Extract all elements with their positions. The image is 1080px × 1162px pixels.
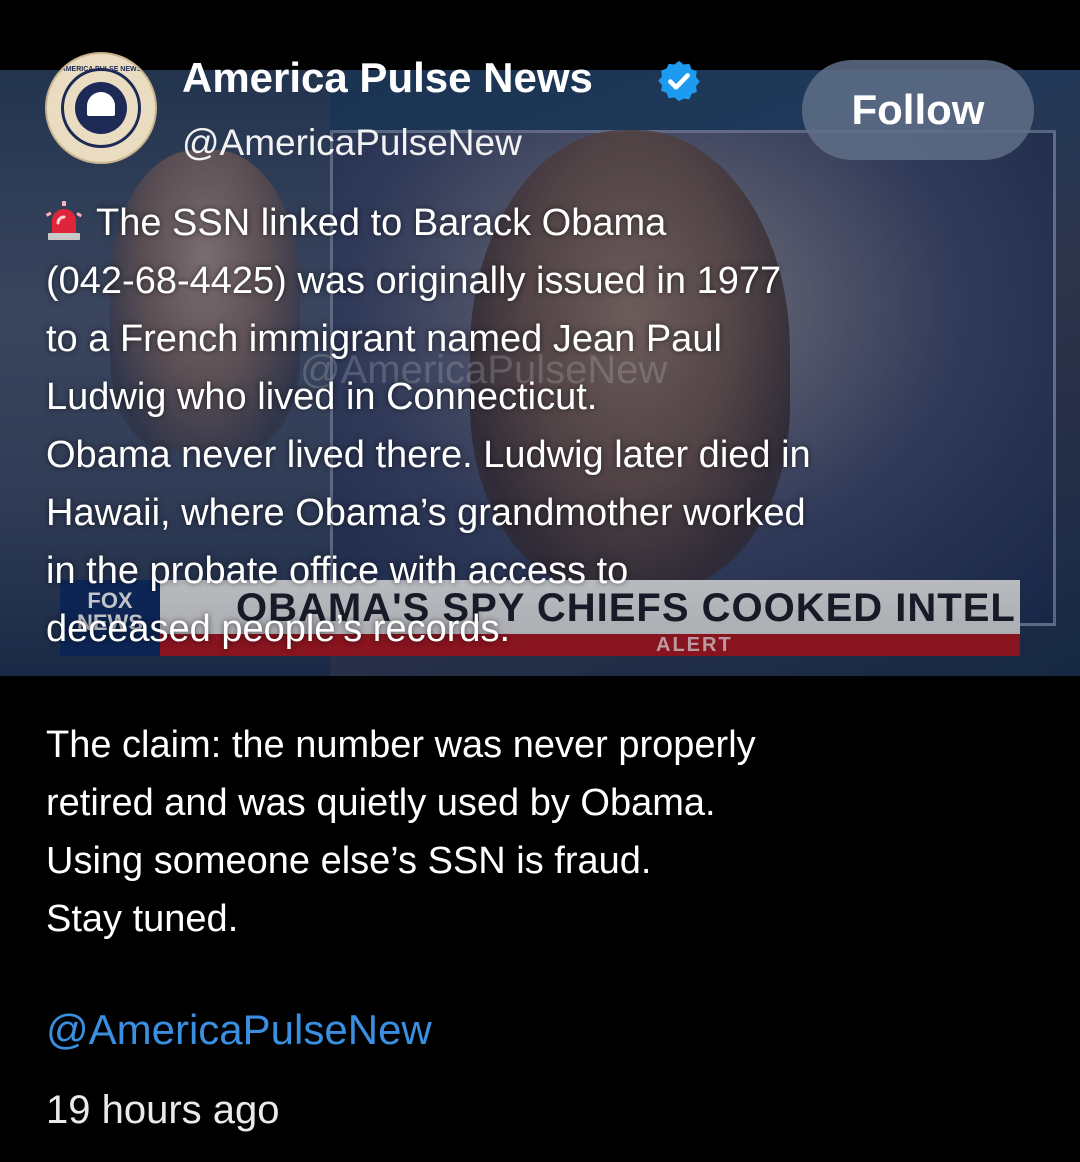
post-timestamp: 19 hours ago bbox=[46, 1088, 280, 1132]
post-body-top: (042-68-4425) was originally issued in 1… bbox=[46, 260, 811, 650]
account-name[interactable]: America Pulse News bbox=[182, 54, 593, 102]
verified-badge-icon bbox=[658, 60, 700, 102]
post-line-1: The SSN linked to Barack Obama bbox=[96, 202, 667, 244]
capitol-icon bbox=[87, 92, 115, 116]
post-text-upper: The SSN linked to Barack Obama (042-68-4… bbox=[46, 194, 1046, 658]
account-handle[interactable]: @AmericaPulseNew bbox=[182, 122, 522, 164]
police-siren-icon bbox=[46, 201, 82, 240]
post-body-bottom: The claim: the number was never properly… bbox=[46, 724, 756, 940]
avatar[interactable]: AMERICA PULSE NEWS bbox=[45, 52, 157, 164]
mention-link[interactable]: @AmericaPulseNew bbox=[46, 1006, 432, 1054]
follow-button[interactable]: Follow bbox=[802, 60, 1034, 160]
